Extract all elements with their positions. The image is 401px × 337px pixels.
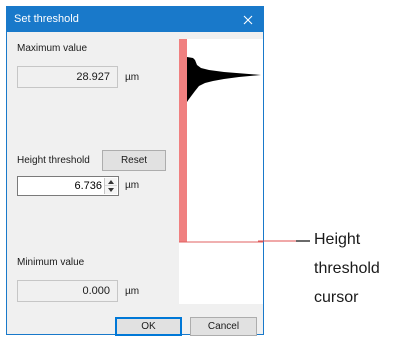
annotation-callout: Height threshold cursor bbox=[314, 225, 380, 312]
callout-line-1: Height bbox=[314, 231, 361, 248]
callout-line-3: cursor bbox=[314, 289, 359, 306]
callout-line-2: threshold bbox=[314, 260, 380, 277]
